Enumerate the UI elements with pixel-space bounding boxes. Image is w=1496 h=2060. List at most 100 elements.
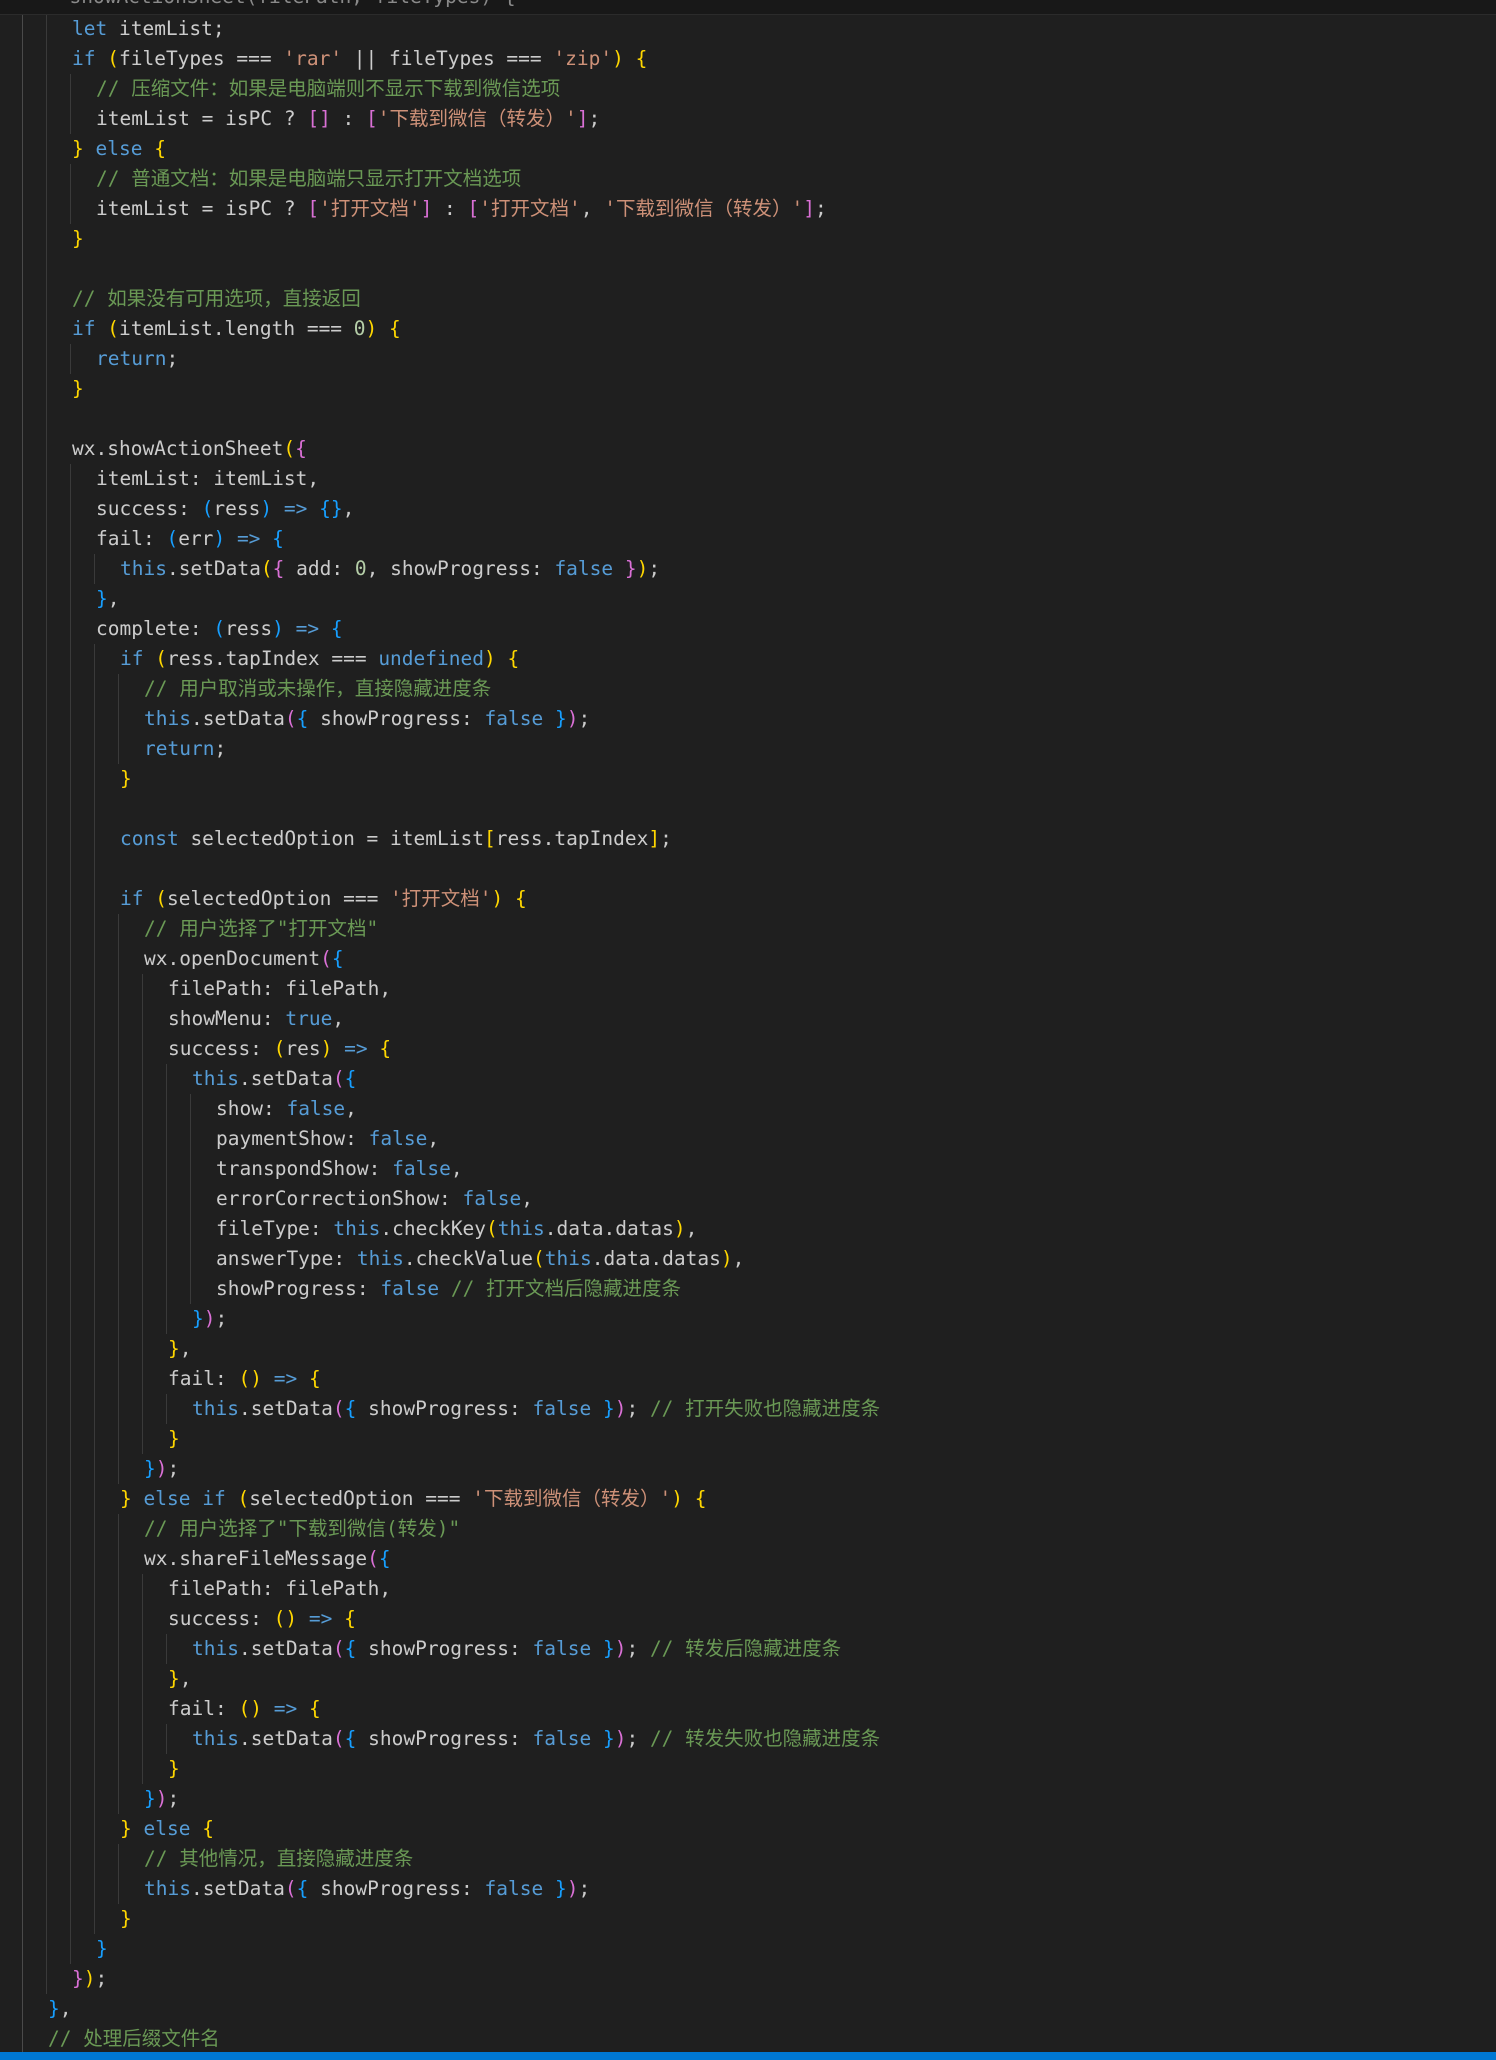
- indent-guide: [46, 1814, 47, 1844]
- code-line[interactable]: filePath: filePath,: [0, 1574, 1496, 1604]
- code-line[interactable]: filePath: filePath,: [0, 974, 1496, 1004]
- code-token: [: [307, 197, 320, 220]
- code-line[interactable]: fileType: this.checkKey(this.data.datas)…: [0, 1214, 1496, 1244]
- code-line[interactable]: if (itemList.length === 0) {: [0, 314, 1496, 344]
- code-line[interactable]: showMenu: true,: [0, 1004, 1496, 1034]
- code-line[interactable]: // 其他情况，直接隐藏进度条: [0, 1844, 1496, 1874]
- code-line[interactable]: },: [0, 1664, 1496, 1694]
- code-line[interactable]: answerType: this.checkValue(this.data.da…: [0, 1244, 1496, 1274]
- code-line[interactable]: return;: [0, 344, 1496, 374]
- code-line[interactable]: this.setData({ showProgress: false }); /…: [0, 1634, 1496, 1664]
- indent-guide: [46, 1634, 47, 1664]
- code-line[interactable]: show: false,: [0, 1094, 1496, 1124]
- code-line[interactable]: fail: (err) => {: [0, 524, 1496, 554]
- code-token: (: [155, 887, 167, 910]
- code-line[interactable]: this.setData({: [0, 1064, 1496, 1094]
- code-line[interactable]: complete: (ress) => {: [0, 614, 1496, 644]
- code-line[interactable]: } else {: [0, 134, 1496, 164]
- code-line[interactable]: });: [0, 1454, 1496, 1484]
- indent-guide: [118, 1364, 119, 1394]
- code-token: ]: [576, 107, 589, 130]
- indent-guide: [118, 1844, 119, 1874]
- code-line[interactable]: this.setData({ showProgress: false }); /…: [0, 1394, 1496, 1424]
- code-line[interactable]: // 普通文档：如果是电脑端只显示打开文档选项: [0, 164, 1496, 194]
- code-line[interactable]: }: [0, 1424, 1496, 1454]
- code-line[interactable]: }: [0, 764, 1496, 794]
- code-line[interactable]: [0, 794, 1496, 824]
- code-line[interactable]: fail: () => {: [0, 1364, 1496, 1394]
- code-line[interactable]: success: (ress) => {},: [0, 494, 1496, 524]
- code-line[interactable]: itemList = isPC ? [] : ['下载到微信（转发）'];: [0, 104, 1496, 134]
- code-line[interactable]: // 如果没有可用选项，直接返回: [0, 284, 1496, 314]
- code-line[interactable]: [0, 404, 1496, 434]
- code-line[interactable]: this.setData({ showProgress: false });: [0, 1874, 1496, 1904]
- code-line[interactable]: });: [0, 1784, 1496, 1814]
- code-line[interactable]: // 处理后缀文件名: [0, 2024, 1496, 2054]
- code-line[interactable]: transpondShow: false,: [0, 1154, 1496, 1184]
- code-line[interactable]: fail: () => {: [0, 1694, 1496, 1724]
- code-line-text: wx.showActionSheet({: [72, 434, 307, 464]
- code-token: ,: [332, 1007, 345, 1030]
- code-line[interactable]: this.setData({ showProgress: false });: [0, 704, 1496, 734]
- indent-guide: [22, 1814, 23, 1844]
- indent-guide: [70, 1304, 71, 1334]
- code-line[interactable]: }: [0, 224, 1496, 254]
- code-line[interactable]: } else if (selectedOption === '下载到微信（转发）…: [0, 1484, 1496, 1514]
- code-token: '打开文档': [319, 197, 421, 220]
- code-line[interactable]: // 用户选择了"打开文档": [0, 914, 1496, 944]
- code-token: }: [144, 1787, 156, 1810]
- code-token: .data.datas: [591, 1247, 721, 1270]
- code-line[interactable]: return;: [0, 734, 1496, 764]
- code-editor[interactable]: showActionSheet(filePath, fileTypes) { l…: [0, 0, 1496, 2060]
- indent-guide: [70, 1364, 71, 1394]
- code-line-text: } else {: [120, 1814, 214, 1844]
- code-line[interactable]: if (ress.tapIndex === undefined) {: [0, 644, 1496, 674]
- code-token: ,: [59, 1997, 72, 2020]
- code-token: ;: [626, 1397, 650, 1420]
- code-token: fileTypes ===: [118, 47, 284, 70]
- code-line[interactable]: if (fileTypes === 'rar' || fileTypes ===…: [0, 44, 1496, 74]
- code-line[interactable]: [0, 254, 1496, 284]
- code-line[interactable]: wx.openDocument({: [0, 944, 1496, 974]
- code-line[interactable]: },: [0, 1334, 1496, 1364]
- code-line[interactable]: paymentShow: false,: [0, 1124, 1496, 1154]
- code-line[interactable]: if (selectedOption === '打开文档') {: [0, 884, 1496, 914]
- code-token: if: [120, 887, 144, 910]
- indent-guide: [22, 1094, 23, 1124]
- code-line[interactable]: success: () => {: [0, 1604, 1496, 1634]
- code-line[interactable]: this.setData({ add: 0, showProgress: fal…: [0, 554, 1496, 584]
- code-line[interactable]: wx.showActionSheet({: [0, 434, 1496, 464]
- code-line[interactable]: }: [0, 374, 1496, 404]
- code-line[interactable]: // 用户取消或未操作，直接隐藏进度条: [0, 674, 1496, 704]
- code-area[interactable]: let itemList; if (fileTypes === 'rar' || …: [0, 14, 1496, 2054]
- code-line[interactable]: const selectedOption = itemList[ress.tap…: [0, 824, 1496, 854]
- code-line[interactable]: }: [0, 1904, 1496, 1934]
- code-line[interactable]: }: [0, 1934, 1496, 1964]
- code-line[interactable]: // 用户选择了"下载到微信(转发)": [0, 1514, 1496, 1544]
- code-line[interactable]: } else {: [0, 1814, 1496, 1844]
- code-line[interactable]: });: [0, 1964, 1496, 1994]
- code-line[interactable]: errorCorrectionShow: false,: [0, 1184, 1496, 1214]
- code-line-text: complete: (ress) => {: [96, 614, 343, 644]
- code-token: {: [344, 1607, 356, 1630]
- code-token: }: [72, 137, 84, 160]
- code-line[interactable]: },: [0, 1994, 1496, 2024]
- code-line[interactable]: }: [0, 1754, 1496, 1784]
- code-line[interactable]: [0, 854, 1496, 884]
- code-line[interactable]: let itemList;: [0, 14, 1496, 44]
- code-line[interactable]: // 压缩文件：如果是电脑端则不显示下载到微信选项: [0, 74, 1496, 104]
- indent-guide: [94, 1094, 95, 1124]
- code-line[interactable]: });: [0, 1304, 1496, 1334]
- code-line[interactable]: itemList = isPC ? ['打开文档'] : ['打开文档', '下…: [0, 194, 1496, 224]
- code-line[interactable]: },: [0, 584, 1496, 614]
- code-token: =>: [344, 1037, 368, 1060]
- code-line[interactable]: success: (res) => {: [0, 1034, 1496, 1064]
- code-token: .checkValue: [403, 1247, 533, 1270]
- code-line[interactable]: this.setData({ showProgress: false }); /…: [0, 1724, 1496, 1754]
- code-line[interactable]: showProgress: false // 打开文档后隐藏进度条: [0, 1274, 1496, 1304]
- indent-guide: [118, 1664, 119, 1694]
- code-line[interactable]: itemList: itemList,: [0, 464, 1496, 494]
- code-line[interactable]: wx.shareFileMessage({: [0, 1544, 1496, 1574]
